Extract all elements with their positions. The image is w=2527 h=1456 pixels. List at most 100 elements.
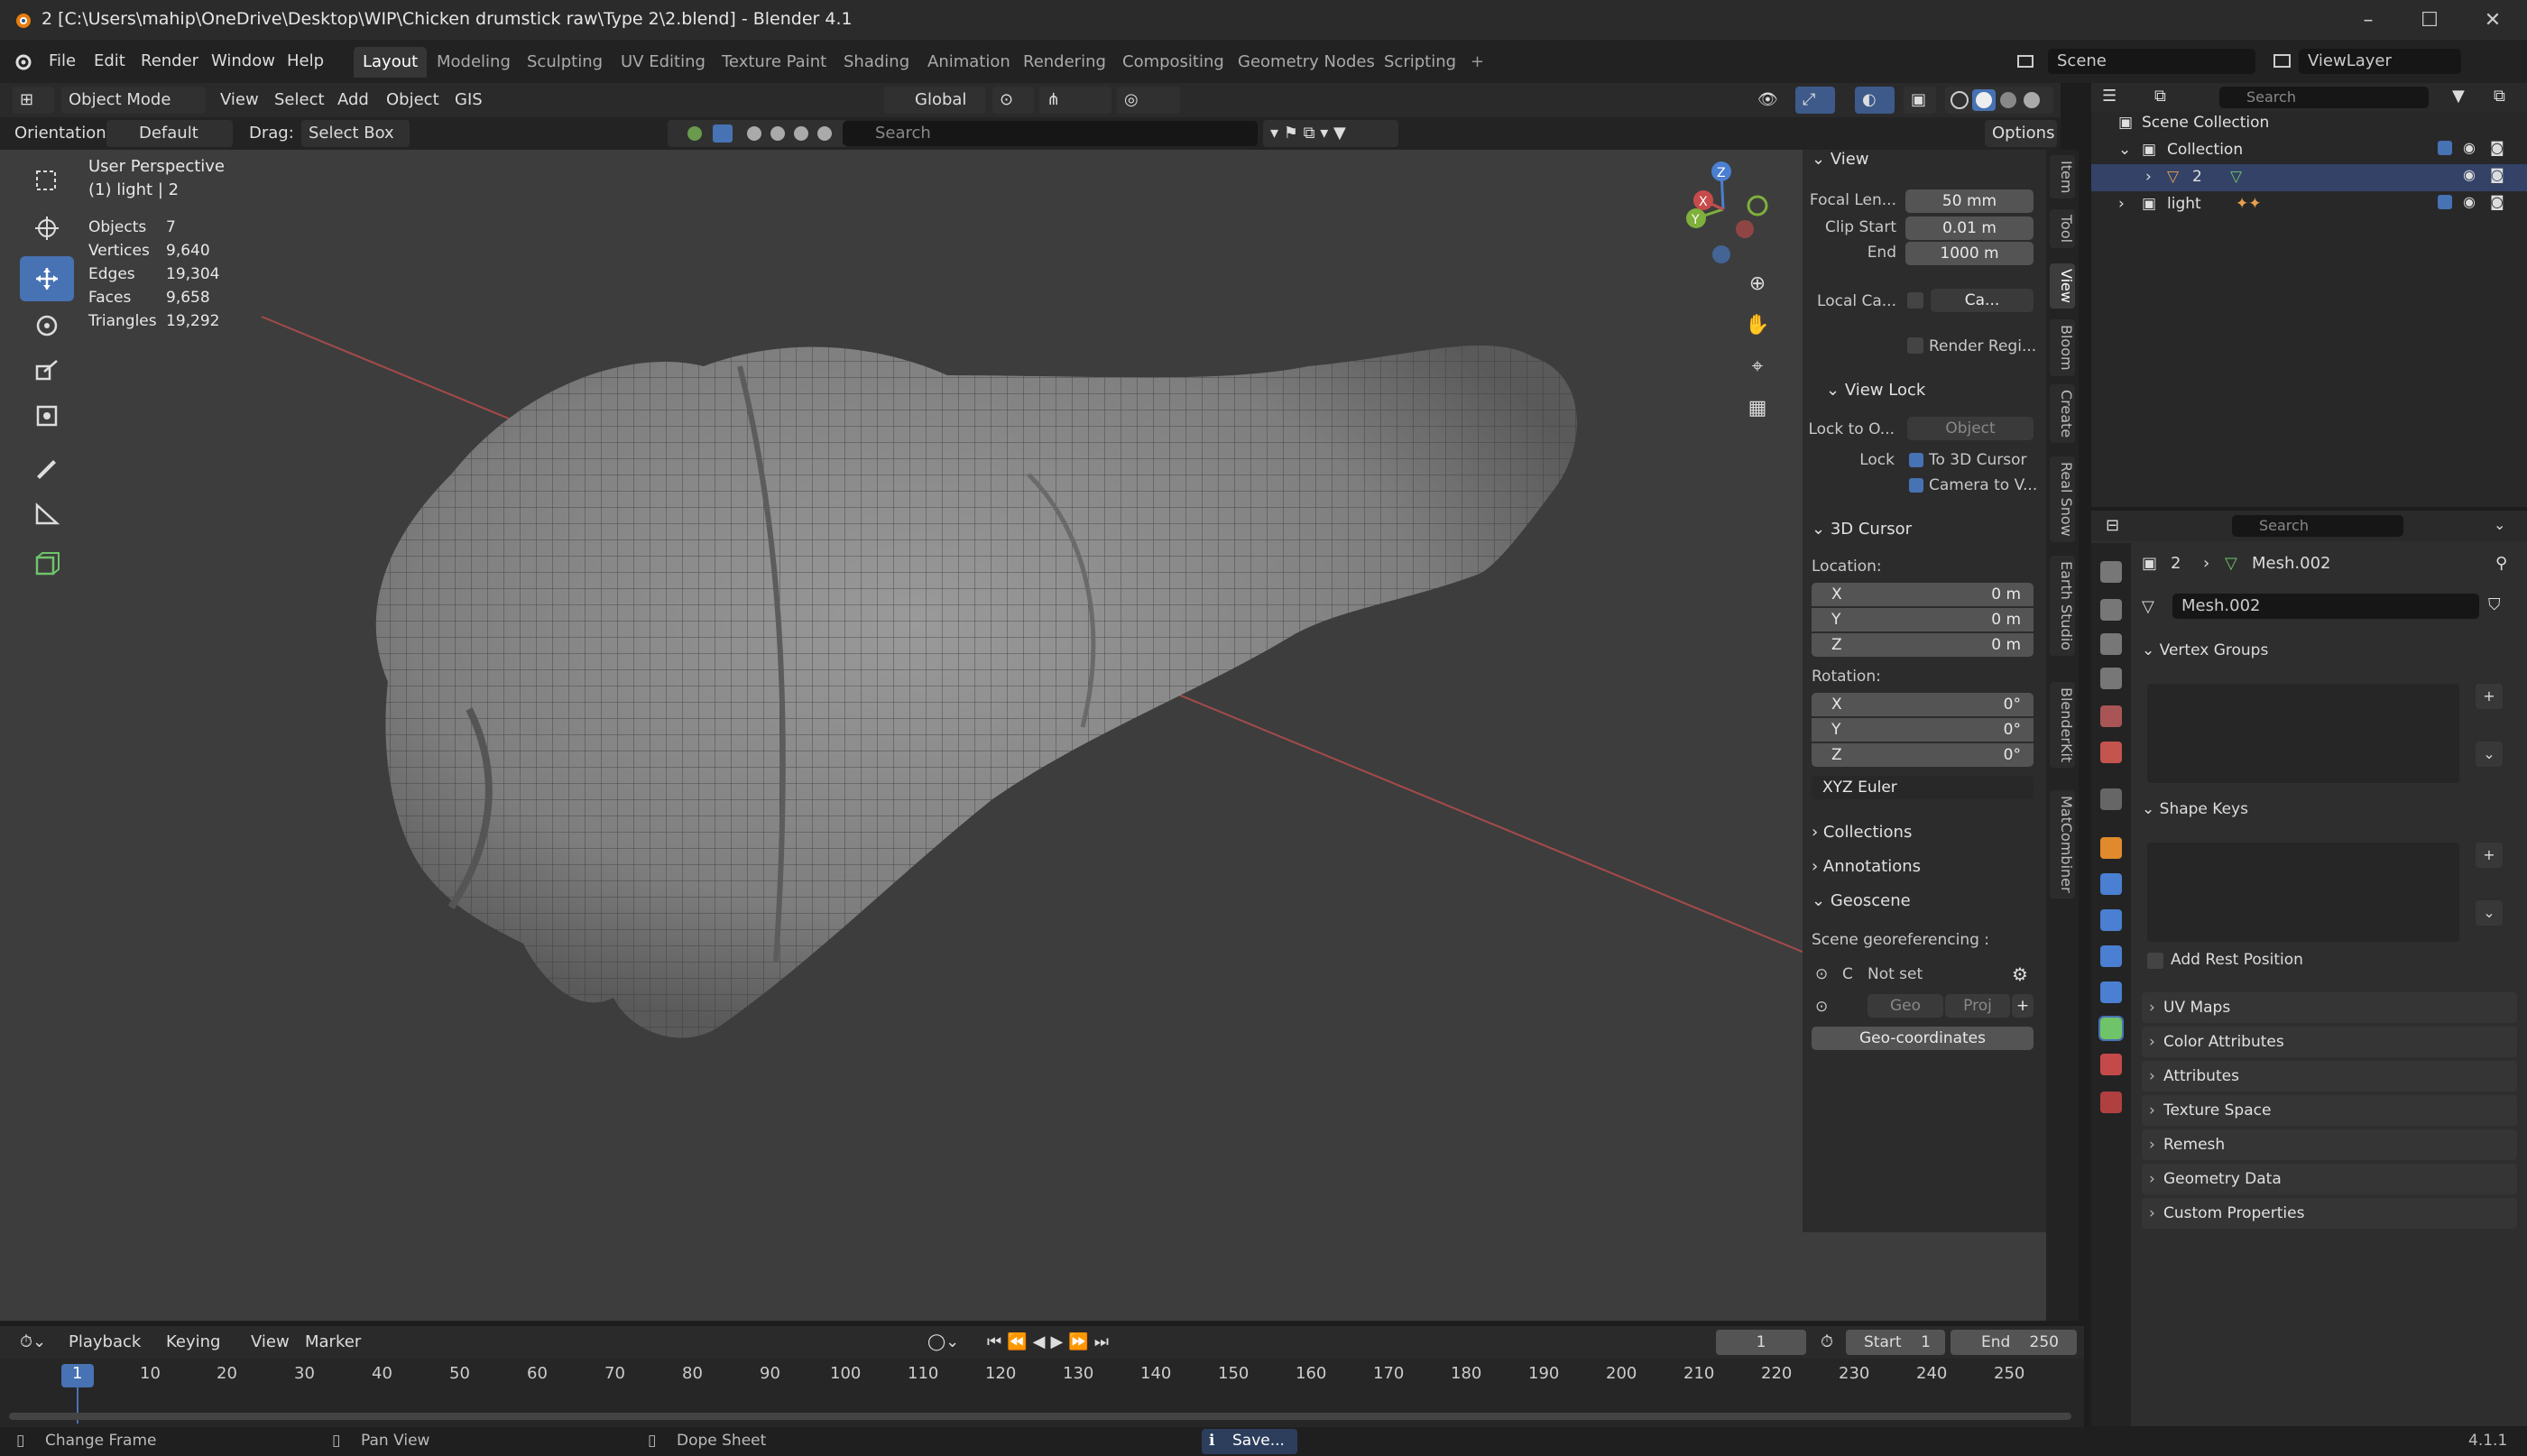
pin-icon[interactable]: ⚲	[2495, 554, 2507, 573]
physics-tab-icon[interactable]	[2100, 945, 2122, 967]
render-region-checkbox[interactable]	[1907, 337, 1923, 354]
zoom-icon[interactable]: ⊕	[1739, 265, 1775, 301]
minimize-button[interactable]: –	[2334, 0, 2402, 40]
add-cube-tool-icon[interactable]	[20, 541, 74, 586]
view-layer-selector[interactable]: ViewLayer	[2299, 49, 2461, 74]
tab-sculpting[interactable]: Sculpting	[518, 47, 612, 78]
tab-earth-studio[interactable]: Earth Studio	[2050, 556, 2075, 656]
current-frame-field[interactable]: 1	[1716, 1330, 1806, 1355]
xray-icon[interactable]: ▣	[1904, 87, 1936, 114]
cursor-rotation-z[interactable]: Z 0°	[1812, 743, 2034, 767]
add-vertex-group-button[interactable]: +	[2476, 684, 2503, 709]
eye-icon[interactable]: ◉	[2463, 166, 2476, 183]
visibility-icon[interactable]: 👁	[1750, 87, 1790, 114]
outliner-search-input[interactable]: Search	[2219, 87, 2429, 108]
tab-bloom[interactable]: Bloom	[2050, 319, 2075, 376]
world-tab-icon[interactable]	[2100, 742, 2122, 763]
scale-tool-icon[interactable]	[20, 348, 74, 393]
properties-options-icon[interactable]: ⌄	[2494, 516, 2505, 533]
timeline-scrollbar[interactable]	[9, 1413, 2071, 1420]
tool-search-input[interactable]: Search	[843, 121, 1258, 146]
modifier-tab-icon[interactable]	[2100, 873, 2122, 895]
playback-controls[interactable]: ⏮⏪◀▶⏩⏭	[980, 1329, 1121, 1356]
tab-texture-paint[interactable]: Texture Paint	[713, 47, 835, 78]
vertex-groups-header[interactable]: ⌄ Vertex Groups	[2142, 635, 2517, 666]
proj-button[interactable]: Proj	[1945, 994, 2010, 1018]
shape-key-specials-icon[interactable]: ⌄	[2476, 900, 2503, 926]
custom-properties-panel[interactable]: Custom Properties	[2142, 1198, 2517, 1229]
menu-object[interactable]: Object	[379, 87, 447, 114]
display-mode-icon[interactable]: ⧉	[2154, 87, 2166, 106]
include-checkbox[interactable]	[2438, 141, 2452, 155]
menu-edit[interactable]: Edit	[85, 47, 134, 76]
properties-search-input[interactable]: Search	[2232, 515, 2403, 537]
tab-layout[interactable]: Layout	[354, 47, 428, 78]
collection-tab-icon[interactable]	[2100, 788, 2122, 810]
mode-dropdown[interactable]: Object Mode	[61, 87, 206, 114]
menu-view[interactable]: View	[213, 87, 266, 114]
tab-real-snow[interactable]: Real Snow	[2050, 456, 2075, 542]
material-tab-icon[interactable]	[2100, 1054, 2122, 1075]
lock-to-cursor-checkbox[interactable]	[1909, 453, 1923, 467]
cursor-location-y[interactable]: Y0 m	[1812, 608, 2034, 631]
3d-viewport[interactable]: User Perspective (1) light | 2 Objects 7…	[0, 150, 2061, 1321]
proportional-edit-icon[interactable]: ◎	[1117, 87, 1180, 114]
render-tab-icon[interactable]	[2100, 599, 2122, 621]
eye-icon[interactable]: ◉	[2463, 139, 2476, 156]
geoscene-section-header[interactable]: ⌄ Geoscene	[1812, 891, 1911, 910]
tab-matcombiner[interactable]: MatCombiner	[2050, 790, 2075, 898]
outliner-editor-icon[interactable]: ☰	[2102, 87, 2117, 106]
pivot-point-icon[interactable]: ⊙	[992, 87, 1034, 114]
outliner-filter-icon[interactable]: ▼	[2452, 87, 2465, 106]
ortho-toggle-icon[interactable]: ▦	[1739, 390, 1775, 426]
menu-keying[interactable]: Keying	[159, 1329, 227, 1356]
cursor-section-header[interactable]: ⌄ 3D Cursor	[1812, 520, 1912, 539]
select-box-tool-icon[interactable]	[20, 159, 74, 204]
texture-tab-icon[interactable]	[2100, 1092, 2122, 1113]
camera-icon[interactable]: ◙	[2490, 193, 2504, 210]
options-dropdown[interactable]: Options	[1985, 120, 2057, 147]
include-checkbox[interactable]	[2438, 195, 2452, 209]
tab-item[interactable]: Item	[2050, 155, 2075, 199]
pan-hand-icon[interactable]: ✋	[1739, 307, 1775, 343]
view-lock-header[interactable]: ⌄ View Lock	[1826, 381, 1925, 400]
maximize-button[interactable]: ☐	[2395, 0, 2464, 40]
mesh-name-field[interactable]: Mesh.002	[2172, 594, 2479, 619]
orientation-dropdown[interactable]: Default	[106, 120, 233, 147]
blender-menu-icon[interactable]	[13, 52, 32, 72]
menu-marker[interactable]: Marker	[298, 1329, 368, 1356]
constraints-tab-icon[interactable]	[2100, 981, 2122, 1003]
outliner-scene-collection[interactable]: ▣ Scene Collection	[2091, 110, 2527, 137]
remesh-panel[interactable]: Remesh	[2142, 1129, 2517, 1160]
collections-section-header[interactable]: › Collections	[1812, 823, 1912, 842]
menu-add[interactable]: Add	[330, 87, 376, 114]
color-attributes-panel[interactable]: Color Attributes	[2142, 1027, 2517, 1057]
menu-select[interactable]: Select	[267, 87, 332, 114]
tab-blenderkit[interactable]: BlenderKit	[2050, 682, 2075, 769]
close-button[interactable]: ✕	[2458, 0, 2527, 40]
cursor-tool-icon[interactable]	[20, 206, 74, 251]
shape-keys-list[interactable]	[2147, 843, 2459, 942]
transform-tool-icon[interactable]	[20, 393, 74, 438]
local-camera-field[interactable]: Ca...	[1931, 289, 2034, 312]
camera-to-view-checkbox[interactable]	[1909, 478, 1923, 493]
tab-uv-editing[interactable]: UV Editing	[612, 47, 715, 78]
cursor-location-z[interactable]: Z0 m	[1812, 633, 2034, 657]
add-shape-key-button[interactable]: +	[2476, 843, 2503, 868]
cursor-rotation-y[interactable]: Y 0°	[1812, 718, 2034, 742]
geo-button[interactable]: Geo	[1868, 994, 1943, 1018]
view-layer-tab-icon[interactable]	[2100, 668, 2122, 689]
cursor-rotation-x[interactable]: X 0°	[1812, 693, 2034, 716]
rotate-tool-icon[interactable]	[20, 303, 74, 348]
particles-tab-icon[interactable]	[2100, 909, 2122, 931]
mesh-data-tab-icon[interactable]	[2098, 1016, 2124, 1041]
scene-tab-icon[interactable]	[2100, 705, 2122, 727]
tab-compositing[interactable]: Compositing	[1113, 47, 1233, 78]
tool-tab-icon[interactable]	[2100, 561, 2122, 583]
clip-start-field[interactable]: 0.01 m	[1905, 217, 2034, 240]
add-rest-position-checkbox[interactable]	[2147, 953, 2163, 969]
scene-selector[interactable]: Scene	[2048, 49, 2255, 74]
auto-keying-icon[interactable]: ◯⌄	[920, 1329, 966, 1356]
local-camera-checkbox[interactable]	[1907, 292, 1923, 309]
tab-create[interactable]: Create	[2050, 384, 2075, 444]
